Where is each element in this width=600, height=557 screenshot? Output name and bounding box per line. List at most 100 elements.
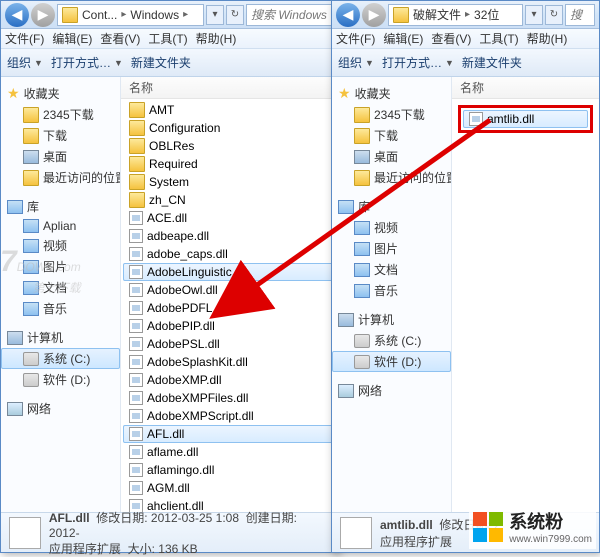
file-item[interactable]: ACE.dll xyxy=(123,209,336,227)
dropdown-button[interactable]: ▾ xyxy=(525,5,543,25)
sidebar-item[interactable]: 文档 xyxy=(1,277,120,298)
column-header-name[interactable]: 名称 xyxy=(121,77,338,99)
sidebar: ★收藏夹 2345下载 下载 桌面 最近访问的位置 库 Aplian 视频 图片… xyxy=(1,77,121,512)
back-button[interactable]: ◀ xyxy=(336,3,360,27)
sidebar-item[interactable]: 桌面 xyxy=(332,146,451,167)
file-name: OBLRes xyxy=(149,139,194,153)
menu-tools[interactable]: 工具(T) xyxy=(148,30,187,47)
menu-file[interactable]: 文件(F) xyxy=(5,30,44,47)
breadcrumb-seg[interactable]: Cont... xyxy=(80,8,119,22)
file-item[interactable]: aflame.dll xyxy=(123,443,336,461)
menu-edit[interactable]: 编辑(E) xyxy=(52,30,92,47)
file-item[interactable]: zh_CN xyxy=(123,191,336,209)
toolbar: 组织▼ 打开方式…▼ 新建文件夹 xyxy=(1,49,338,77)
organize-button[interactable]: 组织▼ xyxy=(338,54,374,71)
file-item[interactable]: aflamingo.dll xyxy=(123,461,336,479)
sidebar-item[interactable]: 音乐 xyxy=(1,298,120,319)
file-item[interactable]: AdobeOwl.dll xyxy=(123,281,336,299)
forward-button[interactable]: ▶ xyxy=(31,3,55,27)
breadcrumb-seg[interactable]: 破解文件 xyxy=(411,6,463,23)
new-folder-button[interactable]: 新建文件夹 xyxy=(131,54,191,71)
file-item[interactable]: AdobeXMPFiles.dll xyxy=(123,389,336,407)
folder-icon xyxy=(129,192,145,208)
sidebar-item-d-drive[interactable]: 软件 (D:) xyxy=(332,351,451,372)
breadcrumb[interactable]: Cont... ▸ Windows ▸ xyxy=(57,4,204,26)
menu-view[interactable]: 查看(V) xyxy=(100,30,140,47)
open-with-button[interactable]: 打开方式…▼ xyxy=(51,54,123,71)
menu-help[interactable]: 帮助(H) xyxy=(527,30,568,47)
menu-help[interactable]: 帮助(H) xyxy=(196,30,237,47)
sidebar-item[interactable]: 视频 xyxy=(332,217,451,238)
refresh-button[interactable]: ↻ xyxy=(226,5,244,25)
refresh-button[interactable]: ↻ xyxy=(545,5,563,25)
sidebar-item[interactable]: 桌面 xyxy=(1,146,120,167)
sidebar-network[interactable]: 网络 xyxy=(332,380,451,401)
file-item[interactable]: AdobeLinguistic.dll xyxy=(123,263,336,281)
menu-tools[interactable]: 工具(T) xyxy=(479,30,518,47)
file-item[interactable]: AdobeXMP.dll xyxy=(123,371,336,389)
organize-button[interactable]: 组织▼ xyxy=(7,54,43,71)
open-with-button[interactable]: 打开方式…▼ xyxy=(382,54,454,71)
dll-icon xyxy=(129,463,143,477)
file-item[interactable]: AdobePSL.dll xyxy=(123,335,336,353)
new-folder-button[interactable]: 新建文件夹 xyxy=(462,54,522,71)
file-item[interactable]: Required xyxy=(123,155,336,173)
sidebar-item[interactable]: 音乐 xyxy=(332,280,451,301)
sidebar-network[interactable]: 网络 xyxy=(1,398,120,419)
sidebar-item[interactable]: 最近访问的位置 xyxy=(332,167,451,188)
file-item[interactable]: AFL.dll xyxy=(123,425,336,443)
file-name: System xyxy=(149,175,189,189)
search-input[interactable]: 搜 xyxy=(565,4,595,26)
file-item[interactable]: OBLRes xyxy=(123,137,336,155)
sidebar-item[interactable]: 图片 xyxy=(1,256,120,277)
forward-button[interactable]: ▶ xyxy=(362,3,386,27)
file-item[interactable]: AMT xyxy=(123,101,336,119)
sidebar: ★收藏夹 2345下载 下载 桌面 最近访问的位置 库 视频 图片 文档 音乐 … xyxy=(332,77,452,512)
sidebar-item[interactable]: 2345下载 xyxy=(332,104,451,125)
sidebar-favorites[interactable]: ★收藏夹 xyxy=(1,83,120,104)
sidebar-item-c-drive[interactable]: 系统 (C:) xyxy=(332,330,451,351)
computer-icon xyxy=(7,331,23,345)
sidebar-item[interactable]: Aplian xyxy=(1,217,120,235)
file-item[interactable]: AdobePDFL.dll xyxy=(123,299,336,317)
star-icon: ★ xyxy=(7,85,20,102)
breadcrumb-seg[interactable]: Windows xyxy=(128,8,181,22)
file-item[interactable]: adbeape.dll xyxy=(123,227,336,245)
menu-file[interactable]: 文件(F) xyxy=(336,30,375,47)
file-name: AdobeXMPFiles.dll xyxy=(147,391,248,405)
sidebar-item[interactable]: 文档 xyxy=(332,259,451,280)
sidebar-item[interactable]: 下载 xyxy=(332,125,451,146)
sidebar-computer[interactable]: 计算机 xyxy=(332,309,451,330)
chevron-right-icon: ▸ xyxy=(465,9,470,20)
file-name: ACE.dll xyxy=(147,211,187,225)
folder-icon xyxy=(129,138,145,154)
sidebar-item-d-drive[interactable]: 软件 (D:) xyxy=(1,369,120,390)
back-button[interactable]: ◀ xyxy=(5,3,29,27)
file-item[interactable]: adobe_caps.dll xyxy=(123,245,336,263)
file-item[interactable]: AGM.dll xyxy=(123,479,336,497)
search-input[interactable]: 搜索 Windows xyxy=(246,4,334,26)
file-item[interactable]: AdobePIP.dll xyxy=(123,317,336,335)
sidebar-item-c-drive[interactable]: 系统 (C:) xyxy=(1,348,120,369)
dropdown-button[interactable]: ▾ xyxy=(206,5,224,25)
sidebar-computer[interactable]: 计算机 xyxy=(1,327,120,348)
file-item[interactable]: amtlib.dll xyxy=(463,110,588,128)
menu-view[interactable]: 查看(V) xyxy=(431,30,471,47)
sidebar-libraries[interactable]: 库 xyxy=(332,196,451,217)
sidebar-item[interactable]: 2345下载 xyxy=(1,104,120,125)
sidebar-libraries[interactable]: 库 xyxy=(1,196,120,217)
file-item[interactable]: Configuration xyxy=(123,119,336,137)
sidebar-favorites[interactable]: ★收藏夹 xyxy=(332,83,451,104)
menu-edit[interactable]: 编辑(E) xyxy=(383,30,423,47)
file-item[interactable]: AdobeXMPScript.dll xyxy=(123,407,336,425)
file-name: AdobePIP.dll xyxy=(147,319,215,333)
column-header-name[interactable]: 名称 xyxy=(452,77,599,99)
breadcrumb-seg[interactable]: 32位 xyxy=(472,6,501,23)
sidebar-item[interactable]: 图片 xyxy=(332,238,451,259)
file-item[interactable]: AdobeSplashKit.dll xyxy=(123,353,336,371)
sidebar-item[interactable]: 视频 xyxy=(1,235,120,256)
sidebar-item[interactable]: 最近访问的位置 xyxy=(1,167,120,188)
file-item[interactable]: System xyxy=(123,173,336,191)
breadcrumb[interactable]: 破解文件 ▸ 32位 xyxy=(388,4,523,26)
sidebar-item[interactable]: 下载 xyxy=(1,125,120,146)
